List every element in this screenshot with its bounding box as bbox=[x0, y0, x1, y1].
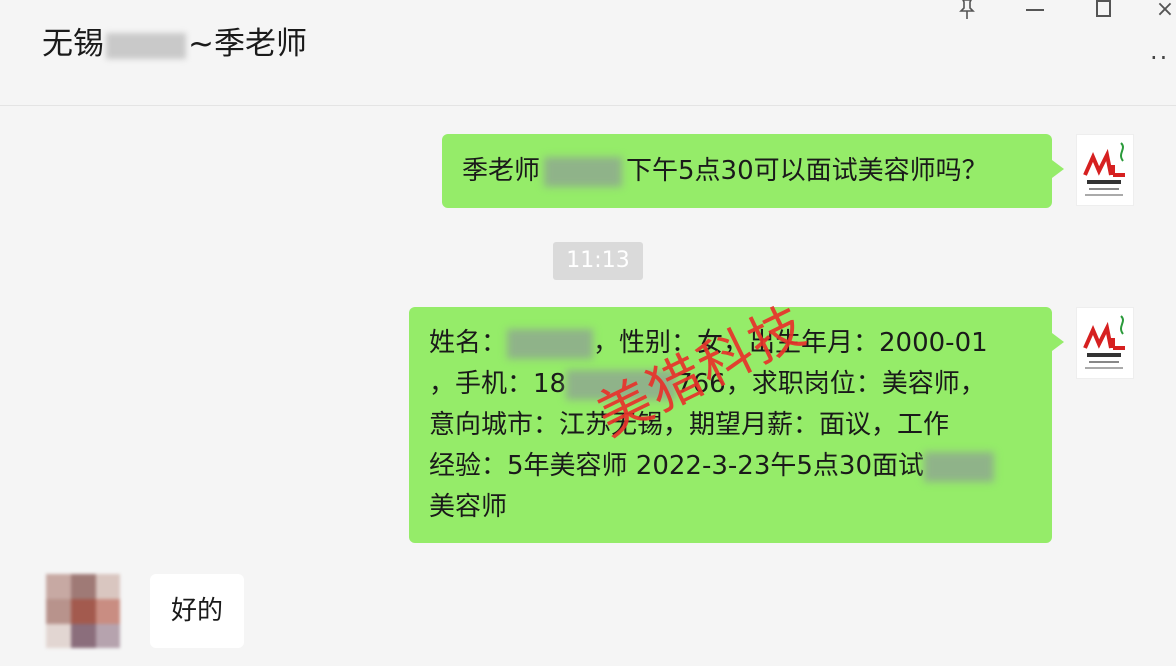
message-text-part: ，性别：女，出生年月：2000-01 bbox=[593, 328, 988, 358]
peer-avatar[interactable] bbox=[46, 574, 120, 648]
redacted-text bbox=[507, 328, 594, 359]
message-text-part: 季老师 bbox=[462, 156, 541, 186]
redacted-text bbox=[544, 156, 623, 187]
redacted-text bbox=[566, 369, 677, 400]
message-line: 姓名： ，性别：女，出生年月：2000-01 bbox=[429, 323, 1032, 364]
redacted-text bbox=[924, 451, 994, 482]
chat-title-suffix: ~季老师 bbox=[188, 26, 307, 62]
message-text-part: 经验：5年美容师 2022-3-23午5点30面试 bbox=[429, 451, 924, 481]
brand-logo-icon bbox=[1083, 142, 1125, 196]
brand-logo-icon bbox=[1083, 315, 1125, 369]
message-line: ，手机：18 766，求职岗位：美容师， bbox=[429, 364, 1032, 405]
chat-window: 无锡 ~季老师 × ·· 季老师 下午5点30可以面试美容师吗？ 11:13 姓名：… bbox=[0, 0, 1176, 666]
chat-title-prefix: 无锡 bbox=[42, 26, 104, 62]
message-text-part: 766，求职岗位：美容师， bbox=[676, 369, 986, 399]
maximize-icon[interactable] bbox=[1088, 0, 1118, 22]
message-line: 美容师 bbox=[429, 492, 508, 522]
minimize-icon[interactable] bbox=[1020, 0, 1050, 22]
self-avatar[interactable] bbox=[1076, 307, 1134, 379]
chat-title: 无锡 ~季老师 bbox=[42, 22, 307, 66]
close-icon[interactable]: × bbox=[1150, 0, 1176, 22]
pin-icon[interactable] bbox=[952, 0, 982, 22]
message-text-part: 姓名： bbox=[429, 328, 508, 358]
message-line: 意向城市：江苏无锡，期望月薪：面议，工作 bbox=[429, 410, 950, 440]
message-text-part: ，手机：18 bbox=[429, 369, 567, 399]
message-timestamp: 11:13 bbox=[553, 242, 643, 280]
message-bubble-incoming[interactable]: 好的 bbox=[150, 574, 244, 648]
redacted-name bbox=[106, 32, 186, 59]
more-icon[interactable]: ·· bbox=[1150, 46, 1176, 70]
message-bubble-outgoing[interactable]: 季老师 下午5点30可以面试美容师吗？ bbox=[442, 134, 1064, 208]
self-avatar[interactable] bbox=[1076, 134, 1134, 206]
chat-header: 无锡 ~季老师 × ·· bbox=[0, 0, 1176, 106]
message-bubble-outgoing[interactable]: 姓名： ，性别：女，出生年月：2000-01 ，手机：18 766，求职岗位：美容师… bbox=[409, 307, 1064, 543]
message-text-part: 下午5点30可以面试美容师吗？ bbox=[626, 156, 988, 186]
message-line: 经验：5年美容师 2022-3-23午5点30面试 bbox=[429, 446, 1032, 487]
